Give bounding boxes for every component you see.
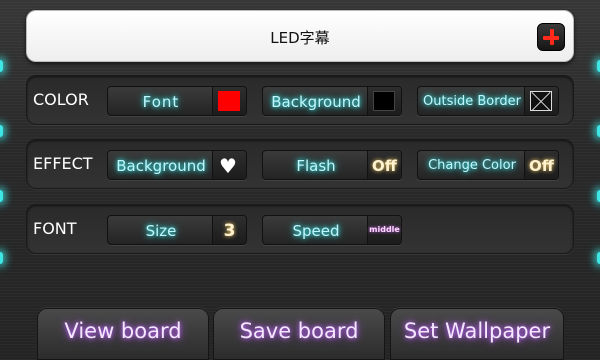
- color-row: COLOR Font Background Outside Border: [26, 75, 574, 125]
- size-button[interactable]: Size 3: [107, 215, 247, 245]
- flash-state: Off: [372, 157, 397, 175]
- size-label: Size: [145, 222, 177, 240]
- set-wallpaper-label: Set Wallpaper: [403, 319, 551, 343]
- effect-row: EFFECT Background ♥ Flash Off Change Col…: [26, 139, 574, 189]
- outside-border-value: [524, 87, 558, 115]
- led-text-title: LED字幕: [270, 29, 330, 47]
- flash-button[interactable]: Flash Off: [262, 150, 402, 180]
- background-effect-button[interactable]: Background ♥: [107, 150, 247, 180]
- speed-value: middle: [367, 216, 401, 244]
- flash-value: Off: [367, 151, 401, 179]
- font-color-label: Font: [142, 93, 180, 111]
- edge-glow-dot: [0, 60, 3, 72]
- change-color-label: Change Color: [428, 158, 516, 173]
- font-color-button[interactable]: Font: [107, 86, 247, 116]
- background-color-button[interactable]: Background: [262, 86, 402, 116]
- speed-setting: middle: [369, 225, 400, 234]
- heart-icon: ♥: [219, 154, 237, 178]
- background-effect-value: ♥: [212, 151, 246, 179]
- no-color-icon: [530, 91, 552, 111]
- save-board-label: Save board: [239, 319, 359, 343]
- font-row: FONT Size 3 Speed middle: [26, 204, 574, 254]
- add-icon[interactable]: [537, 23, 565, 51]
- color-row-label: COLOR: [33, 90, 89, 109]
- led-text-field[interactable]: LED字幕: [26, 10, 574, 62]
- speed-label: Speed: [292, 222, 340, 240]
- view-board-label: View board: [64, 319, 182, 343]
- change-color-state: Off: [529, 157, 554, 175]
- background-color-label: Background: [271, 93, 361, 111]
- change-color-button[interactable]: Change Color Off: [417, 150, 559, 180]
- edge-glow-dot: [0, 125, 3, 137]
- size-value: 3: [212, 216, 246, 244]
- size-number: 3: [223, 221, 236, 241]
- font-color-value: [212, 87, 246, 115]
- background-effect-label: Background: [116, 157, 206, 175]
- set-wallpaper-button[interactable]: Set Wallpaper: [390, 308, 564, 360]
- outside-border-button[interactable]: Outside Border: [417, 86, 559, 116]
- speed-button[interactable]: Speed middle: [262, 215, 402, 245]
- font-color-swatch: [218, 91, 240, 111]
- change-color-value: Off: [524, 151, 558, 179]
- effect-row-label: EFFECT: [33, 154, 93, 173]
- save-board-button[interactable]: Save board: [213, 308, 385, 360]
- view-board-button[interactable]: View board: [37, 308, 209, 360]
- edge-glow-dot: [0, 190, 3, 202]
- font-row-label: FONT: [33, 219, 77, 238]
- flash-label: Flash: [296, 157, 336, 175]
- background-color-value: [367, 87, 401, 115]
- outside-border-label: Outside Border: [423, 94, 521, 109]
- background-color-swatch: [373, 91, 395, 111]
- edge-glow-dot: [0, 252, 3, 264]
